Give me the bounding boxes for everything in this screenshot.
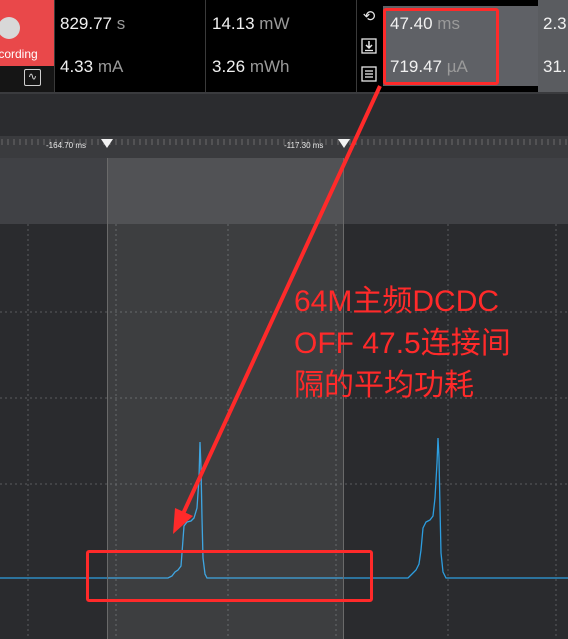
highlight-box: [86, 550, 373, 602]
annotation-line: 隔的平均功耗: [294, 369, 474, 402]
annotation-text: 64M主频DCDC OFF 47.5连接间 隔的平均功耗: [294, 281, 511, 407]
annotation-line: OFF 47.5连接间: [294, 327, 511, 360]
annotation-line: 64M主频DCDC: [294, 285, 500, 318]
